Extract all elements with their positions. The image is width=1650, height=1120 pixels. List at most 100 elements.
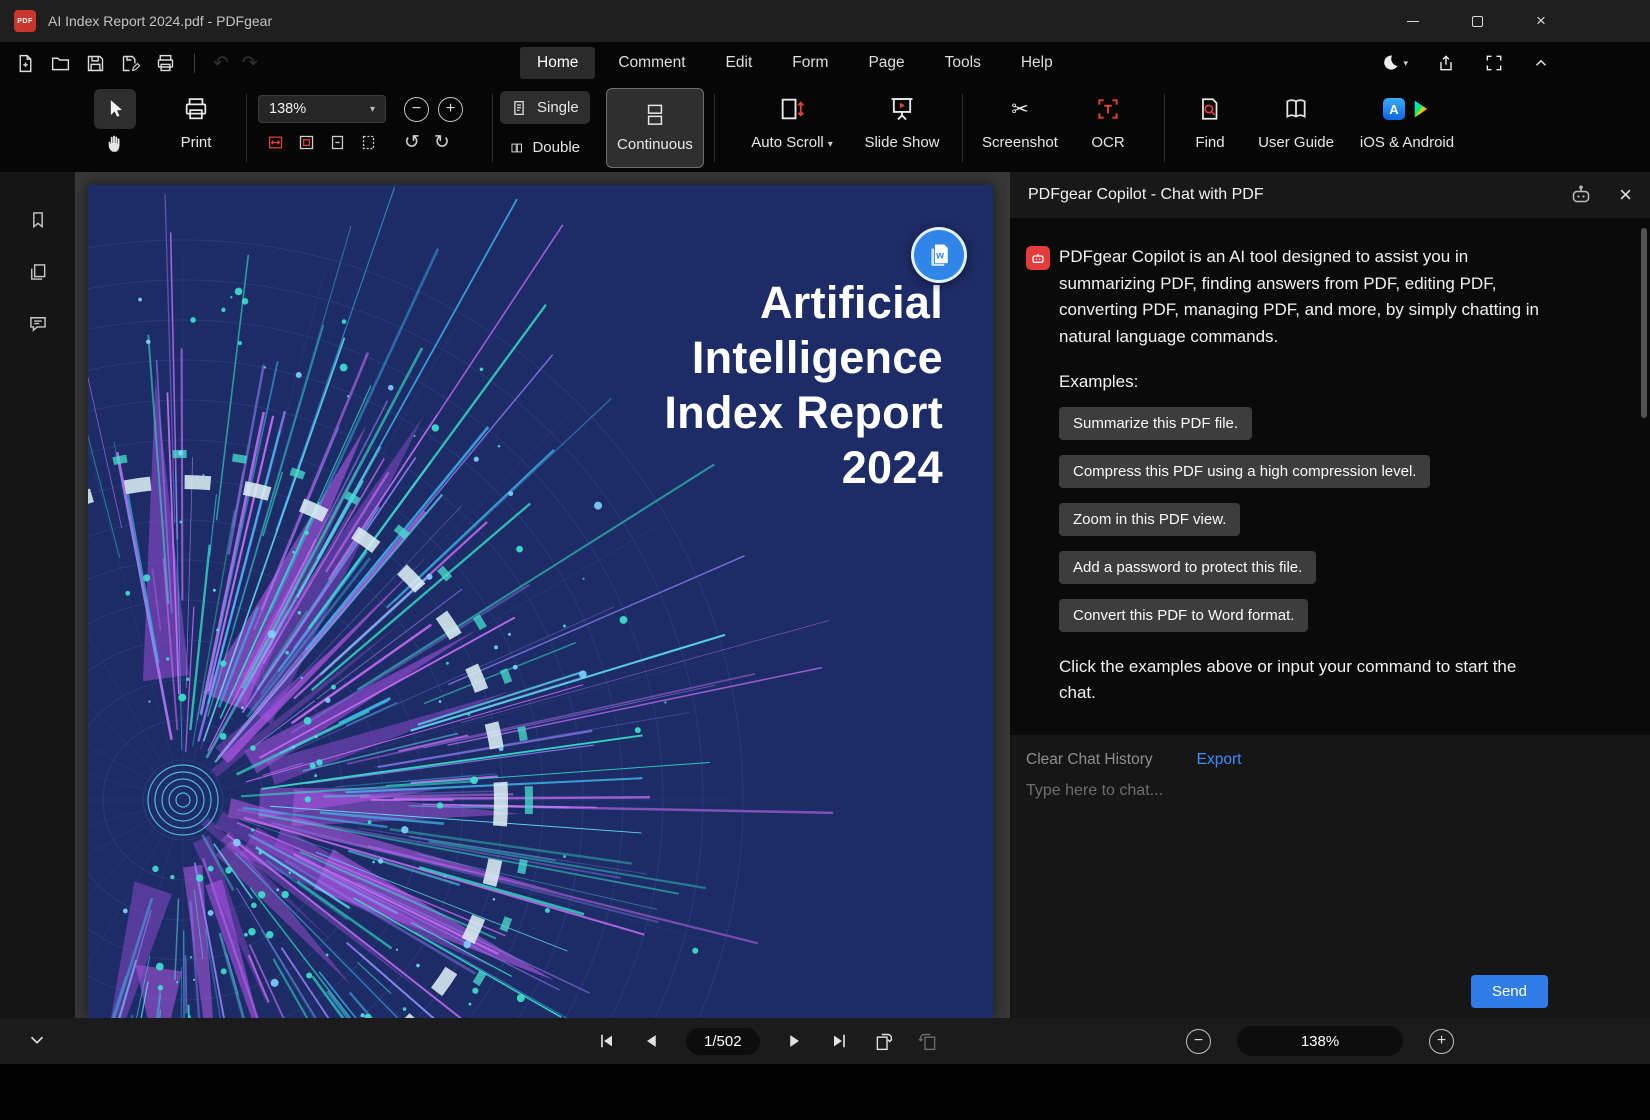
next-page-button[interactable] xyxy=(783,1030,805,1052)
dark-mode-toggle[interactable]: ▾ xyxy=(1380,53,1408,73)
single-page-icon xyxy=(514,100,524,115)
fit-width-icon xyxy=(268,136,282,149)
example-password-button[interactable]: Add a password to protect this file. xyxy=(1059,551,1317,584)
tab-comment[interactable]: Comment xyxy=(601,47,702,79)
zoom-out-button[interactable]: − xyxy=(404,96,429,122)
tab-help[interactable]: Help xyxy=(1004,47,1070,79)
toolbar-divider xyxy=(1164,94,1165,162)
copilot-scrollbar-thumb[interactable] xyxy=(1641,228,1647,418)
zoom-in-button[interactable]: + xyxy=(438,96,463,122)
copilot-intro-text: PDFgear Copilot is an AI tool designed t… xyxy=(1059,247,1540,346)
screenshot-button[interactable]: ✂ Screenshot xyxy=(972,93,1068,152)
maximize-icon xyxy=(1471,15,1483,27)
tab-page[interactable]: Page xyxy=(851,47,921,79)
first-page-icon xyxy=(601,1034,612,1048)
copilot-close-button[interactable]: × xyxy=(1619,184,1632,206)
toolbar-divider xyxy=(714,94,715,162)
rotate-page-left-button[interactable] xyxy=(873,1030,895,1052)
quick-print-button[interactable] xyxy=(154,52,176,74)
cursor-arrow-icon xyxy=(110,100,122,117)
maximize-button[interactable] xyxy=(1466,10,1488,32)
robot-icon xyxy=(1572,185,1590,203)
fit-width-button[interactable] xyxy=(266,134,284,152)
hand-icon xyxy=(108,135,120,152)
printer-icon xyxy=(157,54,173,71)
page-indicator[interactable]: 1/502 xyxy=(686,1027,760,1055)
example-zoom-button[interactable]: Zoom in this PDF view. xyxy=(1059,503,1241,536)
minimize-button[interactable] xyxy=(1402,10,1424,32)
copilot-hint-text: Click the examples above or input your c… xyxy=(1059,657,1517,702)
zoom-in-statusbar-button[interactable]: + xyxy=(1429,1028,1454,1054)
rotate-left-button[interactable]: ↺ xyxy=(404,133,420,152)
toolbar: Print 138% ▾ − + ↺ ↻ Single Double Conti… xyxy=(0,84,1650,172)
user-guide-button[interactable]: User Guide xyxy=(1250,93,1342,151)
toolbar-divider xyxy=(962,94,963,162)
svg-text:w: w xyxy=(935,250,944,261)
actual-size-icon xyxy=(331,135,343,150)
ocr-icon xyxy=(1095,93,1121,125)
thumbnails-panel-button[interactable] xyxy=(26,260,50,284)
convert-to-word-badge[interactable]: w xyxy=(911,227,967,283)
chevron-up-icon xyxy=(1536,59,1546,66)
window-title: AI Index Report 2024.pdf - PDFgear xyxy=(48,13,273,29)
collapse-ribbon-button[interactable] xyxy=(1532,54,1550,72)
fullscreen-icon xyxy=(1486,55,1502,71)
pdf-viewer: Artificial Intelligence Index Report 202… xyxy=(75,172,1010,1018)
save-button[interactable] xyxy=(84,52,106,74)
actual-size-button[interactable] xyxy=(328,134,346,152)
tab-home[interactable]: Home xyxy=(520,47,596,79)
zoom-level-select[interactable]: 138% ▾ xyxy=(258,95,386,123)
printer-icon xyxy=(182,93,210,125)
tab-tools[interactable]: Tools xyxy=(928,47,998,79)
pdf-cover-title: Artificial Intelligence Index Report 202… xyxy=(664,277,943,493)
zoom-out-statusbar-button[interactable]: − xyxy=(1186,1028,1211,1054)
example-summarize-button[interactable]: Summarize this PDF file. xyxy=(1059,407,1253,440)
first-page-button[interactable] xyxy=(596,1030,618,1052)
undo-button[interactable]: ↶ xyxy=(213,54,229,73)
single-page-button[interactable]: Single xyxy=(500,91,590,124)
close-button[interactable]: × xyxy=(1530,10,1552,32)
previous-page-button[interactable] xyxy=(641,1030,663,1052)
continuous-view-button[interactable]: Continuous xyxy=(606,88,704,168)
hand-tool-button[interactable] xyxy=(104,132,126,154)
copilot-robot-button[interactable] xyxy=(1569,183,1593,207)
fit-page-button[interactable] xyxy=(297,134,315,152)
example-convert-button[interactable]: Convert this PDF to Word format. xyxy=(1059,599,1309,632)
new-file-button[interactable] xyxy=(14,52,36,74)
last-page-icon xyxy=(833,1034,845,1048)
copilot-panel: PDFgear Copilot - Chat with PDF × PDFgea… xyxy=(1010,172,1650,1018)
left-sidebar xyxy=(0,172,75,1018)
zoom-level-indicator[interactable]: 138% xyxy=(1237,1026,1403,1056)
comments-panel-button[interactable] xyxy=(26,312,50,336)
open-file-button[interactable] xyxy=(49,52,71,74)
clear-chat-history-link[interactable]: Clear Chat History xyxy=(1026,751,1153,769)
fullscreen-button[interactable] xyxy=(1484,53,1504,73)
rotate-right-button[interactable]: ↻ xyxy=(434,133,450,152)
ocr-button[interactable]: OCR xyxy=(1078,93,1138,151)
find-button[interactable]: Find xyxy=(1180,93,1240,151)
export-link[interactable]: Export xyxy=(1197,751,1242,769)
example-compress-button[interactable]: Compress this PDF using a high compressi… xyxy=(1059,455,1431,488)
word-doc-icon: w xyxy=(931,244,948,266)
auto-scroll-button[interactable]: Auto Scroll ▾ xyxy=(734,93,850,151)
share-button[interactable] xyxy=(1436,53,1456,73)
double-page-button[interactable]: Double xyxy=(500,131,590,164)
send-button[interactable]: Send xyxy=(1470,975,1548,1008)
slide-show-button[interactable]: Slide Show xyxy=(852,93,952,151)
ribbon-divider xyxy=(194,53,195,73)
select-tool-button[interactable] xyxy=(94,89,136,129)
chat-input[interactable] xyxy=(1010,782,1618,800)
bookmarks-panel-button[interactable] xyxy=(26,208,50,232)
rotate-page-right-button[interactable] xyxy=(918,1030,940,1052)
fit-visible-button[interactable] xyxy=(359,134,377,152)
save-as-button[interactable] xyxy=(119,52,141,74)
tab-form[interactable]: Form xyxy=(775,47,845,79)
print-button[interactable]: Print xyxy=(164,93,228,151)
redo-button[interactable]: ↷ xyxy=(242,54,258,73)
collapse-statusbar-button[interactable] xyxy=(26,1029,48,1051)
copilot-avatar-icon xyxy=(1026,246,1050,270)
tab-edit[interactable]: Edit xyxy=(709,47,770,79)
copilot-message: PDFgear Copilot is an AI tool designed t… xyxy=(1026,244,1630,350)
last-page-button[interactable] xyxy=(828,1030,850,1052)
ios-android-button[interactable]: A iOS & Android xyxy=(1348,93,1466,151)
